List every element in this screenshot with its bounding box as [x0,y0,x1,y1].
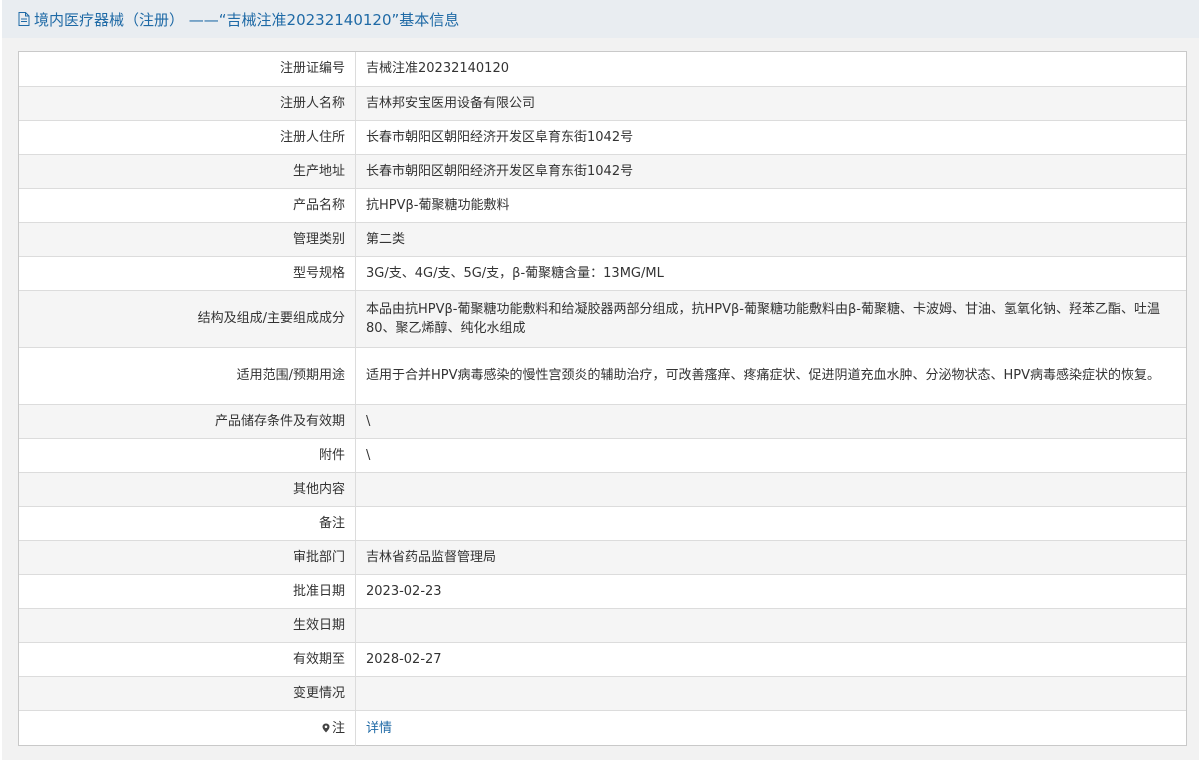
field-label: 变更情况 [19,676,356,711]
table-row: 生效日期 [19,608,1186,643]
field-value: 2023-02-23 [355,574,1186,609]
field-value: 第二类 [355,222,1186,257]
table-row: 产品名称 抗HPVβ-葡聚糖功能敷料 [19,188,1186,223]
page-frame: 境内医疗器械（注册） ——“吉械注准20232140120”基本信息 注册证编号… [2,0,1199,760]
note-row: 注 详情 [19,710,1186,746]
field-value [355,472,1186,507]
field-value: 本品由抗HPVβ-葡聚糖功能敷料和给凝胶器两部分组成，抗HPVβ-葡聚糖功能敷料… [355,290,1186,348]
table-row: 其他内容 [19,472,1186,507]
details-link[interactable]: 详情 [366,721,392,736]
table-row: 管理类别 第二类 [19,222,1186,257]
table-row: 变更情况 [19,676,1186,711]
table-row: 注册证编号 吉械注准20232140120 [19,52,1186,87]
field-value: 3G/支、4G/支、5G/支，β-葡聚糖含量：13MG/ML [355,256,1186,291]
field-label: 生产地址 [19,154,356,189]
table-row: 适用范围/预期用途 适用于合并HPV病毒感染的慢性宫颈炎的辅助治疗，可改善瘙痒、… [19,347,1186,405]
table-row: 产品储存条件及有效期 \ [19,404,1186,439]
field-value: 适用于合并HPV病毒感染的慢性宫颈炎的辅助治疗，可改善瘙痒、疼痛症状、促进阴道充… [355,347,1186,405]
field-label: 型号规格 [19,256,356,291]
field-label: 适用范围/预期用途 [19,347,356,405]
field-value [355,506,1186,541]
field-label: 审批部门 [19,540,356,575]
field-value: 吉林邦安宝医用设备有限公司 [355,86,1186,121]
field-value: 长春市朝阳区朝阳经济开发区阜育东街1042号 [355,154,1186,189]
field-value: 2028-02-27 [355,642,1186,677]
table-row: 批准日期 2023-02-23 [19,574,1186,609]
field-label: 产品储存条件及有效期 [19,404,356,439]
field-value: 吉林省药品监督管理局 [355,540,1186,575]
field-value: 抗HPVβ-葡聚糖功能敷料 [355,188,1186,223]
field-value: 吉械注准20232140120 [355,52,1186,87]
pin-icon [322,723,330,733]
document-icon [18,12,30,26]
field-label: 注册人名称 [19,86,356,121]
field-value [355,676,1186,711]
info-table: 注册证编号 吉械注准20232140120 注册人名称 吉林邦安宝医用设备有限公… [19,52,1186,746]
field-value: 长春市朝阳区朝阳经济开发区阜育东街1042号 [355,120,1186,155]
table-row: 生产地址 长春市朝阳区朝阳经济开发区阜育东街1042号 [19,154,1186,189]
field-label: 生效日期 [19,608,356,643]
field-value [355,608,1186,643]
page-header: 境内医疗器械（注册） ——“吉械注准20232140120”基本信息 [2,0,1199,38]
table-row: 注册人名称 吉林邦安宝医用设备有限公司 [19,86,1186,121]
field-label: 管理类别 [19,222,356,257]
field-label: 其他内容 [19,472,356,507]
field-label: 备注 [19,506,356,541]
table-row: 有效期至 2028-02-27 [19,642,1186,677]
field-label: 有效期至 [19,642,356,677]
field-value: \ [355,404,1186,439]
field-label: 注册人住所 [19,120,356,155]
field-label: 结构及组成/主要组成成分 [19,290,356,348]
info-panel: 注册证编号 吉械注准20232140120 注册人名称 吉林邦安宝医用设备有限公… [18,51,1187,746]
note-value-cell: 详情 [356,710,1187,746]
field-label: 批准日期 [19,574,356,609]
note-label: 注 [331,720,345,736]
table-row: 结构及组成/主要组成成分 本品由抗HPVβ-葡聚糖功能敷料和给凝胶器两部分组成，… [19,290,1186,348]
field-value: \ [355,438,1186,473]
table-row: 审批部门 吉林省药品监督管理局 [19,540,1186,575]
field-label: 附件 [19,438,356,473]
table-row: 注册人住所 长春市朝阳区朝阳经济开发区阜育东街1042号 [19,120,1186,155]
table-row: 型号规格 3G/支、4G/支、5G/支，β-葡聚糖含量：13MG/ML [19,256,1186,291]
table-row: 备注 [19,506,1186,541]
field-label: 产品名称 [19,188,356,223]
table-row: 附件 \ [19,438,1186,473]
page-title: 境内医疗器械（注册） ——“吉械注准20232140120”基本信息 [34,10,460,29]
field-label: 注册证编号 [19,52,356,87]
note-label-cell: 注 [19,710,356,746]
